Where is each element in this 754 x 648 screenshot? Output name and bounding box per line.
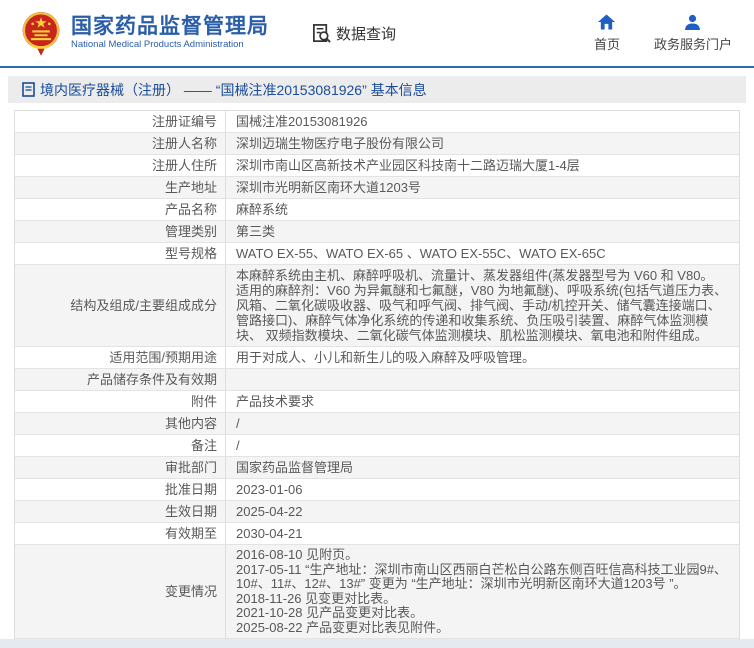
row-label: 批准日期	[15, 479, 226, 500]
table-row: 注册证编号 国械注准20153081926	[15, 111, 739, 133]
row-label: 备注	[15, 435, 226, 456]
change-line: 2018-11-26 见变更对比表。	[236, 592, 729, 607]
data-query-label: 数据查询	[336, 23, 396, 44]
row-value: /	[226, 413, 739, 434]
row-label: 审批部门	[15, 457, 226, 478]
header-separator	[0, 66, 754, 68]
row-value: WATO EX-55、WATO EX-65 、WATO EX-55C、WATO …	[226, 243, 739, 264]
table-row: 适用范围/预期用途 用于对成人、小儿和新生儿的吸入麻醉及呼吸管理。	[15, 347, 739, 369]
table-row: 备注 /	[15, 435, 739, 457]
change-line: 2021-10-28 见产品变更对比表。	[236, 606, 729, 621]
table-row: 批准日期 2023-01-06	[15, 479, 739, 501]
header-nav: 首页 政务服务门户	[594, 14, 732, 53]
change-line: 2017-05-11 “生产地址：深圳市南山区西丽白芒松白公路东侧百旺信高科技工…	[236, 563, 729, 592]
row-value: 本麻醉系统由主机、麻醉呼吸机、流量计、蒸发器组件(蒸发器型号为 V60 和 V8…	[226, 265, 739, 346]
row-value: 第三类	[226, 221, 739, 242]
table-row: 管理类别 第三类	[15, 221, 739, 243]
row-label: 适用范围/预期用途	[15, 347, 226, 368]
row-value: 产品技术要求	[226, 391, 739, 412]
table-row: 生效日期 2025-04-22	[15, 501, 739, 523]
row-value: 深圳迈瑞生物医疗电子股份有限公司	[226, 133, 739, 154]
nav-portal-link[interactable]: 政务服务门户	[654, 14, 732, 53]
row-label: 注册人名称	[15, 133, 226, 154]
table-row: 其他内容 /	[15, 413, 739, 435]
row-value: /	[226, 435, 739, 456]
document-icon	[22, 82, 35, 97]
row-value: 2030-04-21	[226, 523, 739, 544]
home-icon	[598, 14, 615, 30]
row-label: 有效期至	[15, 523, 226, 544]
row-value: 用于对成人、小儿和新生儿的吸入麻醉及呼吸管理。	[226, 347, 739, 368]
agency-logo: 国家药品监督管理局 National Medical Products Admi…	[71, 15, 269, 51]
row-label: 变更情况	[15, 545, 226, 638]
change-line: 2016-08-10 见附页。	[236, 548, 729, 563]
row-label: 附件	[15, 391, 226, 412]
row-label: 型号规格	[15, 243, 226, 264]
agency-title-en: National Medical Products Administration	[71, 39, 269, 51]
table-row: 生产地址 深圳市光明新区南环大道1203号	[15, 177, 739, 199]
row-label: 产品名称	[15, 199, 226, 220]
row-label: 其他内容	[15, 413, 226, 434]
change-line: 2025-08-22 产品变更对比表见附件。	[236, 621, 729, 636]
table-row: 注册人住所 深圳市南山区高新技术产业园区科技南十二路迈瑞大厦1-4层	[15, 155, 739, 177]
table-row: 有效期至 2030-04-21	[15, 523, 739, 545]
row-value: 国家药品监督管理局	[226, 457, 739, 478]
table-row: 附件 产品技术要求	[15, 391, 739, 413]
nav-portal-label: 政务服务门户	[654, 34, 732, 53]
table-row: 注册人名称 深圳迈瑞生物医疗电子股份有限公司	[15, 133, 739, 155]
row-value: 国械注准20153081926	[226, 111, 739, 132]
row-value: 2023-01-06	[226, 479, 739, 500]
row-label: 管理类别	[15, 221, 226, 242]
table-row-changes: 变更情况 2016-08-10 见附页。 2017-05-11 “生产地址：深圳…	[15, 545, 739, 639]
agency-title-cn: 国家药品监督管理局	[71, 15, 269, 39]
row-label: 产品储存条件及有效期	[15, 369, 226, 390]
row-value: 麻醉系统	[226, 199, 739, 220]
nav-home-label: 首页	[594, 34, 620, 53]
row-value: 深圳市南山区高新技术产业园区科技南十二路迈瑞大厦1-4层	[226, 155, 739, 176]
row-label: 生产地址	[15, 177, 226, 198]
row-value: 2025-04-22	[226, 501, 739, 522]
table-row: 产品名称 麻醉系统	[15, 199, 739, 221]
row-value: 深圳市光明新区南环大道1203号	[226, 177, 739, 198]
table-row: 产品储存条件及有效期	[15, 369, 739, 391]
user-icon	[684, 14, 701, 30]
registration-info-table: 注册证编号 国械注准20153081926 注册人名称 深圳迈瑞生物医疗电子股份…	[14, 110, 740, 648]
row-label: 注册证编号	[15, 111, 226, 132]
nav-home-link[interactable]: 首页	[594, 14, 620, 53]
row-value	[226, 377, 739, 383]
table-row: 型号规格 WATO EX-55、WATO EX-65 、WATO EX-55C、…	[15, 243, 739, 265]
row-value: 2016-08-10 见附页。 2017-05-11 “生产地址：深圳市南山区西…	[226, 545, 739, 638]
row-label: 注册人住所	[15, 155, 226, 176]
document-search-icon	[311, 23, 332, 44]
china-national-emblem-icon	[20, 10, 62, 56]
row-label: 生效日期	[15, 501, 226, 522]
footer-bar	[0, 639, 754, 648]
breadcrumb-title: 境内医疗器械（注册） —— “国械注准20153081926” 基本信息	[40, 80, 427, 100]
table-row-structure: 结构及组成/主要组成成分 本麻醉系统由主机、麻醉呼吸机、流量计、蒸发器组件(蒸发…	[15, 265, 739, 347]
breadcrumb: 境内医疗器械（注册） —— “国械注准20153081926” 基本信息	[8, 76, 746, 103]
table-row: 审批部门 国家药品监督管理局	[15, 457, 739, 479]
page-header: 国家药品监督管理局 National Medical Products Admi…	[0, 0, 754, 66]
row-label: 结构及组成/主要组成成分	[15, 265, 226, 346]
data-query-tab[interactable]: 数据查询	[311, 23, 396, 44]
